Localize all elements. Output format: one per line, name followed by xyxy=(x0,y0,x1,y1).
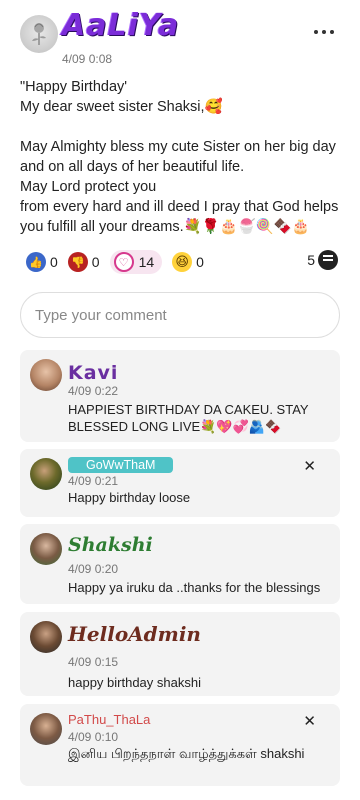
commenter-name[interactable]: GoWwThaM xyxy=(68,457,174,473)
comment-text: இனிய பிறந்தநாள் வாழ்த்துக்கள் shakshi xyxy=(68,746,305,761)
thumbs-down-icon: 👎 xyxy=(67,252,88,272)
post-content: "Happy Birthday' My dear sweet sister Sh… xyxy=(20,77,345,237)
close-icon[interactable]: ✕ xyxy=(303,457,316,475)
post-line: My dear sweet sister Shaksi,🥰 xyxy=(20,99,223,115)
comment-timestamp: 4/09 0:10 xyxy=(68,730,119,744)
commenter-avatar[interactable] xyxy=(30,713,62,745)
love-count: 14 xyxy=(138,254,155,270)
comment-timestamp: 4/09 0:21 xyxy=(68,474,119,488)
commenter-avatar[interactable] xyxy=(30,458,62,490)
love-reaction[interactable]: ♡ 14 xyxy=(109,250,163,274)
author-name[interactable]: AaLiYa xyxy=(62,8,179,43)
like-count: 0 xyxy=(50,254,58,270)
like-reaction[interactable]: 👍 0 xyxy=(26,252,58,272)
commenter-name[interactable]: PaThu_ThaLa xyxy=(68,712,150,727)
rose-avatar-icon xyxy=(32,23,46,45)
post-line: from every hard and ill deed I pray that… xyxy=(20,199,343,235)
dislike-count: 0 xyxy=(91,254,100,270)
heart-icon: ♡ xyxy=(113,252,134,272)
comment-card: PaThu_ThaLa ✕ 4/09 0:10 இனிய பிறந்தநாள் … xyxy=(20,704,340,786)
close-icon[interactable]: ✕ xyxy=(303,712,316,730)
reaction-bar: 👍 0 👎 0 ♡ 14 😆 0 xyxy=(26,250,344,274)
dislike-reaction[interactable]: 👎 0 xyxy=(67,252,100,272)
more-options-icon[interactable] xyxy=(314,24,334,40)
comment-input[interactable] xyxy=(20,292,340,338)
comment-timestamp: 4/09 0:15 xyxy=(68,655,119,669)
commenter-name[interactable]: Kavi xyxy=(68,362,118,384)
commenter-avatar[interactable] xyxy=(30,533,62,565)
comment-timestamp: 4/09 0:22 xyxy=(68,384,119,398)
comment-card: Shakshi 4/09 0:20 Happy ya iruku da ..th… xyxy=(20,524,340,604)
laughing-face-icon: 😆 xyxy=(172,252,193,272)
comment-bubble-icon xyxy=(318,250,338,270)
comment-text: happy birthday shakshi xyxy=(68,675,201,690)
commenter-avatar[interactable] xyxy=(30,621,62,653)
post-line: May Lord protect you xyxy=(20,179,157,195)
thumbs-up-icon: 👍 xyxy=(26,252,46,272)
post-timestamp: 4/09 0:08 xyxy=(62,52,113,66)
comment-timestamp: 4/09 0:20 xyxy=(68,562,119,576)
comment-card: GoWwThaM ✕ 4/09 0:21 Happy birthday loos… xyxy=(20,449,340,517)
comment-text: Happy ya iruku da ..thanks for the bless… xyxy=(68,580,321,595)
comments-count: 5 xyxy=(307,252,315,268)
commenter-name[interactable]: Shakshi xyxy=(68,534,153,556)
haha-count: 0 xyxy=(196,254,204,270)
comment-text: Happy birthday loose xyxy=(68,490,191,505)
commenter-avatar[interactable] xyxy=(30,359,62,391)
comment-card: HelloAdmin 4/09 0:15 happy birthday shak… xyxy=(20,612,340,696)
author-avatar[interactable] xyxy=(20,15,58,53)
post-header: AaLiYa 4/09 0:08 xyxy=(0,0,360,70)
commenter-name[interactable]: HelloAdmin xyxy=(68,622,201,646)
haha-reaction[interactable]: 😆 0 xyxy=(172,252,204,272)
post-line: May Almighty bless my cute Sister on her… xyxy=(20,139,340,175)
comment-text: HAPPIEST BIRTHDAY DA CAKEU. STAY BLESSED… xyxy=(68,402,309,434)
comments-counter[interactable]: 5 xyxy=(307,250,338,270)
comment-card: Kavi 4/09 0:22 HAPPIEST BIRTHDAY DA CAKE… xyxy=(20,350,340,442)
post-line: "Happy Birthday' xyxy=(20,79,128,95)
